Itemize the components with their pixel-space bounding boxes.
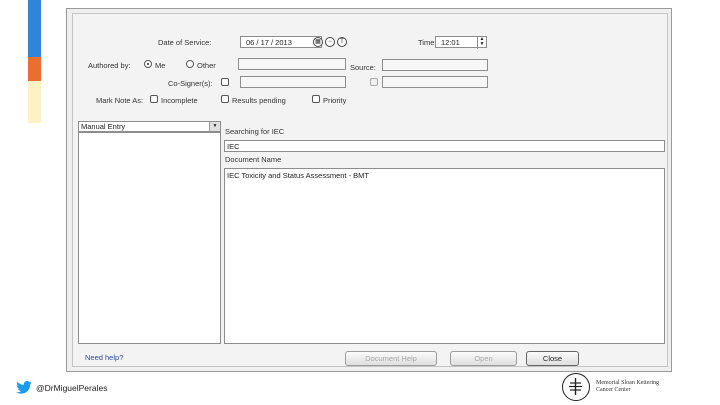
cosigner-label: Co-Signer(s): bbox=[168, 79, 213, 88]
incomplete-checkbox[interactable] bbox=[150, 95, 158, 103]
document-help-button[interactable]: Document Help bbox=[345, 351, 437, 366]
date-value: 06 / 17 / 2013 bbox=[246, 38, 292, 47]
time-label: Time: bbox=[418, 38, 437, 47]
incomplete-label: Incomplete bbox=[161, 96, 198, 105]
twitter-handle: @DrMiguelPerales bbox=[16, 381, 107, 394]
results-pending-checkbox[interactable] bbox=[221, 95, 229, 103]
list-item[interactable]: IEC Toxicity and Status Assessment - BMT bbox=[227, 171, 369, 180]
cosigner2-field[interactable] bbox=[382, 76, 488, 88]
document-name-label: Document Name bbox=[225, 155, 282, 164]
close-button[interactable]: Close bbox=[526, 351, 579, 366]
authored-me-radio[interactable] bbox=[144, 60, 152, 68]
authored-other-radio[interactable] bbox=[186, 60, 194, 68]
time-field[interactable]: 12:01 ▲ ▼ bbox=[435, 36, 487, 49]
priority-checkbox[interactable] bbox=[312, 95, 320, 103]
authored-by-label: Authored by: bbox=[88, 61, 131, 70]
searching-label: Searching for IEC bbox=[225, 127, 285, 136]
document-list[interactable]: IEC Toxicity and Status Assessment - BMT bbox=[224, 168, 665, 344]
other-author-field[interactable] bbox=[238, 58, 346, 70]
msk-logo-icon bbox=[562, 373, 590, 401]
logo-line1: Memorial Sloan Kettering bbox=[596, 380, 659, 386]
msk-logo: Memorial Sloan Kettering Cancer Center bbox=[562, 373, 659, 401]
accent-stripe-orange bbox=[28, 57, 41, 81]
time-value: 12:01 bbox=[441, 38, 460, 47]
chevron-down-icon[interactable]: ▼ bbox=[209, 122, 220, 131]
source-label: Source: bbox=[350, 63, 376, 72]
twitter-bird-icon bbox=[16, 381, 32, 394]
new-note-dialog: Date of Service: 06 / 17 / 2013 ▦ − T Ti… bbox=[66, 8, 672, 372]
date-of-service-label: Date of Service: bbox=[158, 38, 212, 47]
minus-icon[interactable]: − bbox=[325, 37, 335, 47]
accent-stripe-blue bbox=[28, 0, 41, 57]
calendar-icon[interactable]: ▦ bbox=[313, 37, 323, 47]
logo-line2: Cancer Center bbox=[596, 387, 631, 393]
msk-logo-text: Memorial Sloan Kettering Cancer Center bbox=[596, 380, 659, 394]
mark-note-label: Mark Note As: bbox=[96, 96, 144, 105]
open-button[interactable]: Open bbox=[450, 351, 517, 366]
twitter-handle-text: @DrMiguelPerales bbox=[36, 382, 108, 393]
time-spinner[interactable]: ▲ ▼ bbox=[477, 37, 486, 49]
accent-stripe-cream bbox=[28, 81, 41, 123]
authored-me-label: Me bbox=[155, 61, 166, 70]
cosigner2-checkbox[interactable] bbox=[370, 78, 378, 86]
cosigner-field[interactable] bbox=[240, 76, 346, 88]
spinner-down-icon[interactable]: ▼ bbox=[478, 42, 486, 47]
dialog-body: Date of Service: 06 / 17 / 2013 ▦ − T Ti… bbox=[72, 13, 668, 367]
search-value: IEC bbox=[227, 142, 240, 151]
priority-label: Priority bbox=[323, 96, 347, 105]
authored-other-label: Other bbox=[197, 61, 216, 70]
source-field[interactable] bbox=[382, 59, 488, 71]
need-help-link[interactable]: Need help? bbox=[85, 353, 123, 362]
results-pending-label: Results pending bbox=[232, 96, 286, 105]
today-icon[interactable]: T bbox=[337, 37, 347, 47]
template-select-value: Manual Entry bbox=[81, 122, 126, 131]
cosigner-checkbox[interactable] bbox=[221, 78, 229, 86]
date-of-service-field[interactable]: 06 / 17 / 2013 bbox=[240, 36, 322, 48]
template-select[interactable]: Manual Entry ▼ bbox=[78, 121, 221, 132]
template-list[interactable] bbox=[78, 132, 221, 344]
search-input[interactable]: IEC bbox=[224, 140, 665, 152]
